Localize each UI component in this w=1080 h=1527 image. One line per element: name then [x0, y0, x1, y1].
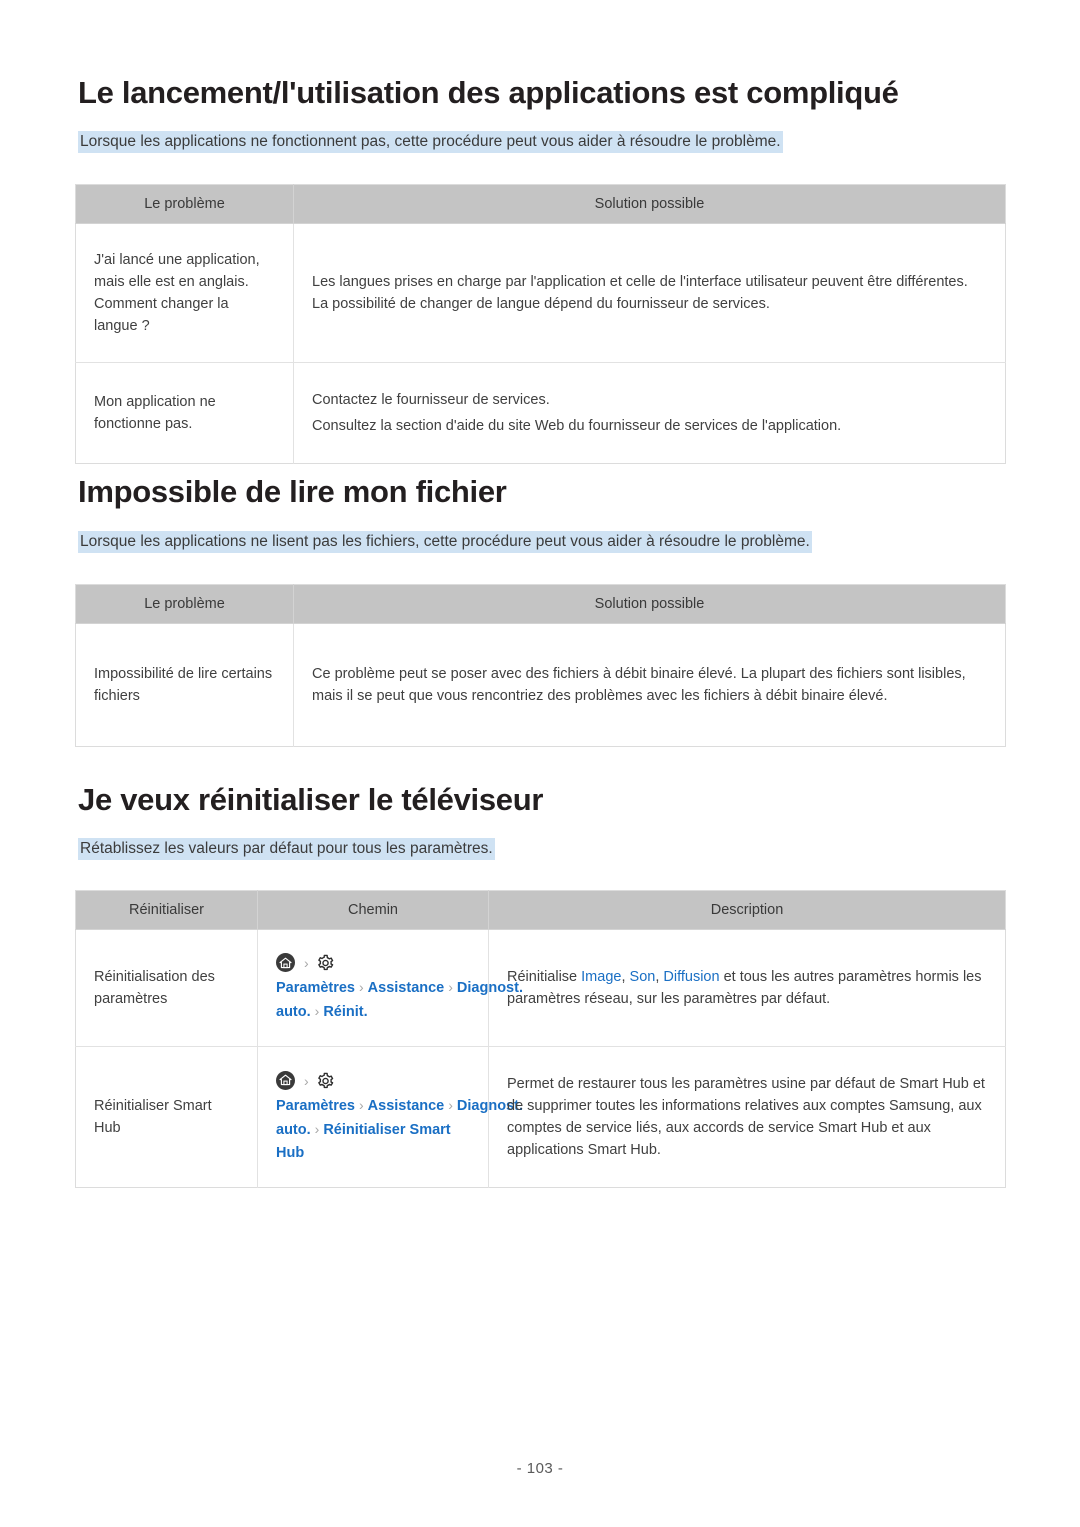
path-separator: › [314, 1120, 320, 1137]
section-intro-text: Lorsque les applications ne fonctionnent… [78, 131, 783, 153]
column-header-problem: Le problème [75, 184, 294, 224]
section-intro-reset-tv: Rétablissez les valeurs par défaut pour … [78, 838, 495, 860]
menu-path: › Paramètres › Assistance › Diagnost. auto. ›… [276, 952, 523, 1024]
path-separator: › [304, 955, 309, 971]
path-separator: › [448, 979, 453, 995]
path-separator: › [304, 1072, 309, 1089]
cell-solution: Les langues prises en charge par l'appli… [293, 223, 1006, 363]
column-header-solution: Solution possible [293, 184, 1006, 224]
description-link[interactable]: Son [630, 969, 656, 985]
cell-reset-name: Réinitialiser Smart Hub [75, 1046, 258, 1188]
home-icon [276, 953, 295, 972]
cell-problem: Impossibilité de lire certains fichiers [75, 623, 294, 747]
section-intro-file-playback: Lorsque les applications ne lisent pas l… [78, 531, 812, 553]
path-separator: › [359, 1096, 364, 1113]
path-step[interactable]: Paramètres [276, 1098, 355, 1114]
cell-solution: Contactez le fournisseur de services. Co… [293, 362, 1006, 464]
section-intro-text: Rétablissez les valeurs par défaut pour … [78, 838, 495, 860]
section-title-applications: Le lancement/l'utilisation des applicati… [78, 75, 899, 110]
cell-description: Permet de restaurer tous les paramètres … [488, 1046, 1006, 1188]
cell-reset-name: Réinitialisation des paramètres [75, 929, 258, 1047]
path-separator: › [359, 979, 364, 995]
column-header-path: Chemin [257, 890, 489, 930]
column-header-problem: Le problème [75, 584, 294, 624]
menu-path: › Paramètres › Assistance › Diagnost. auto. ›… [276, 1070, 523, 1165]
reset-options-table: Réinitialiser Chemin Description Réiniti… [75, 890, 1006, 1188]
home-icon [276, 1070, 295, 1090]
description-prefix: Réinitialise [507, 969, 582, 985]
solution-line: Consultez la section d'aide du site Web … [312, 418, 842, 434]
table-row: Impossibilité de lire certains fichiers … [75, 623, 1006, 747]
document-page: Le lancement/l'utilisation des applicati… [0, 0, 1080, 1527]
section-title-file-playback: Impossible de lire mon fichier [78, 474, 507, 509]
description-link[interactable]: Image [581, 969, 621, 985]
cell-menu-path: › Paramètres › Assistance › Diagnost. auto. ›… [257, 929, 523, 1047]
column-header-description: Description [488, 890, 1006, 930]
section-title-reset-tv: Je veux réinitialiser le téléviseur [78, 782, 544, 817]
section-intro-applications: Lorsque les applications ne fonctionnent… [78, 131, 783, 153]
cell-description: Réinitialise Image, Son, Diffusion et to… [488, 929, 1006, 1047]
solution-line: Contactez le fournisseur de services. [312, 392, 550, 408]
cell-menu-path: › Paramètres › Assistance › Diagnost. auto. ›… [257, 1046, 523, 1188]
path-separator: › [448, 1096, 453, 1113]
gear-icon [317, 1072, 335, 1090]
path-step[interactable]: Assistance [368, 1098, 445, 1114]
cell-problem: J'ai lancé une application, mais elle es… [75, 223, 294, 363]
cell-solution: Ce problème peut se poser avec des fichi… [293, 623, 1006, 747]
table-row: J'ai lancé une application, mais elle es… [75, 223, 1006, 363]
path-separator: › [314, 1003, 320, 1019]
path-step[interactable]: Réinit. [323, 1004, 367, 1020]
path-step[interactable]: Assistance [368, 980, 445, 996]
gear-icon [317, 954, 335, 972]
table-row: Réinitialiser Smart Hub › Paramètres › A… [75, 1046, 1006, 1188]
path-step[interactable]: Paramètres [276, 980, 355, 996]
table-row: Mon application ne fonctionne pas. Conta… [75, 362, 1006, 464]
column-header-solution: Solution possible [293, 584, 1006, 624]
section-intro-text: Lorsque les applications ne lisent pas l… [78, 531, 812, 553]
table-header-row: Le problème Solution possible [75, 184, 1006, 224]
column-header-reset: Réinitialiser [75, 890, 258, 930]
table-row: Réinitialisation des paramètres › Paramè… [75, 929, 1006, 1047]
applications-troubleshooting-table: Le problème Solution possible J'ai lancé… [75, 184, 1006, 464]
cell-problem: Mon application ne fonctionne pas. [75, 362, 294, 464]
page-number: - 103 - [516, 1460, 564, 1477]
table-header-row: Réinitialiser Chemin Description [75, 890, 1006, 930]
table-header-row: Le problème Solution possible [75, 584, 1006, 624]
description-link[interactable]: Diffusion [663, 969, 719, 985]
file-playback-troubleshooting-table: Le problème Solution possible Impossibil… [75, 584, 1006, 747]
